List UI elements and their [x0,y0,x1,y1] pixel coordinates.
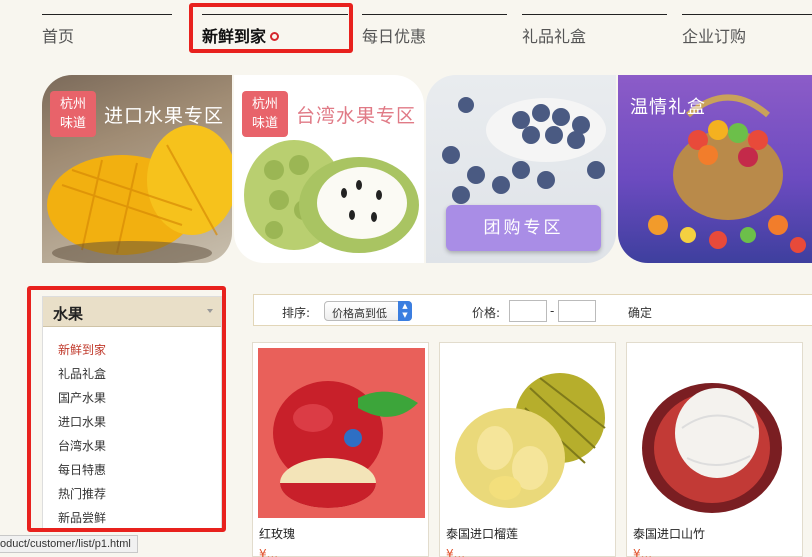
confirm-button[interactable]: 确定 [628,304,652,321]
banner-imported-fruit[interactable]: 杭州 味道 进口水果专区 [42,75,232,263]
product-name: 泰国进口榴莲 [446,527,519,541]
product-name: 红玫瑰 [259,527,296,541]
brand-stamp: 杭州 味道 [50,91,96,137]
nav-label: 礼品礼盒 [522,27,587,46]
active-dot-icon [270,32,280,41]
category-sidebar: 水果 新鲜到家 礼品礼盒 国产水果 进口水果 台湾水果 每日特惠 热门推荐 新品… [42,296,222,532]
banner-title: 进口水果专区 [104,105,225,127]
nav-item-enterprise[interactable]: 企业订购 [682,14,812,50]
nav-label: 首页 [42,27,75,46]
category-item[interactable]: 热门推荐 [58,485,221,509]
status-bar-url: oduct/customer/list/p1.html [0,535,138,553]
category-item[interactable]: 每日特惠 [58,461,221,485]
caret-down-icon [207,309,213,313]
category-item[interactable]: 国产水果 [58,389,221,413]
brand-stamp: 杭州 味道 [242,91,288,137]
price-dash: - [550,304,555,318]
stamp-text: 杭州 味道 [251,97,278,131]
category-item[interactable]: 台湾水果 [58,437,221,461]
product-card[interactable]: 泰国进口山竹 ¥... [626,342,803,557]
product-image [258,348,425,518]
select-arrows-icon: ▲ ▼ [398,301,412,321]
banner-taiwan-fruit[interactable]: 杭州 味道 台湾水果专区 [234,75,424,263]
nav-item-daily-deals[interactable]: 每日优惠 [362,14,507,50]
nav-item-fresh[interactable]: 新鲜到家 [202,14,348,50]
stamp-text: 杭州 味道 [59,97,86,131]
nav-label: 每日优惠 [362,27,427,46]
product-image [632,348,799,518]
filter-bar: 排序: 价格高到低 ▲ ▼ 价格: - 确定 [253,294,812,326]
category-list: 新鲜到家 礼品礼盒 国产水果 进口水果 台湾水果 每日特惠 热门推荐 新品尝鲜 [43,327,221,533]
product-price: ¥... [259,547,279,557]
sort-select[interactable]: 价格高到低 ▲ ▼ [324,301,412,321]
group-buy-button[interactable]: 团购专区 [446,205,601,251]
price-max-input[interactable] [558,300,596,322]
nav-item-gift-box[interactable]: 礼品礼盒 [522,14,667,50]
product-card[interactable]: 泰国进口榴莲 ¥... [439,342,616,557]
category-item[interactable]: 新品尝鲜 [58,509,221,533]
product-price: ¥... [446,547,466,557]
category-item[interactable]: 礼品礼盒 [58,365,221,389]
banner-title: 台湾水果专区 [296,105,417,127]
nav-item-home[interactable]: 首页 [42,14,172,50]
sort-value: 价格高到低 [332,307,387,320]
product-image [445,348,612,518]
category-item[interactable]: 进口水果 [58,413,221,437]
top-nav: 首页 新鲜到家 每日优惠 礼品礼盒 企业订购 [0,0,812,60]
banner-gift-box[interactable]: 温情礼盒 [618,75,812,263]
product-name: 泰国进口山竹 [633,527,706,541]
price-min-input[interactable] [509,300,547,322]
category-item[interactable]: 新鲜到家 [58,341,221,365]
sidebar-header[interactable]: 水果 [43,297,221,327]
sort-label: 排序: [282,306,311,320]
price-label: 价格: [472,306,501,320]
product-card[interactable]: 红玫瑰 ¥... [252,342,429,557]
banner-group-buy[interactable]: 团购专区 [426,75,616,263]
sidebar-title: 水果 [53,305,84,323]
nav-label: 企业订购 [682,27,747,46]
nav-label: 新鲜到家 [202,27,267,46]
banner-title: 温情礼盒 [630,97,706,118]
product-price: ¥... [633,547,653,557]
